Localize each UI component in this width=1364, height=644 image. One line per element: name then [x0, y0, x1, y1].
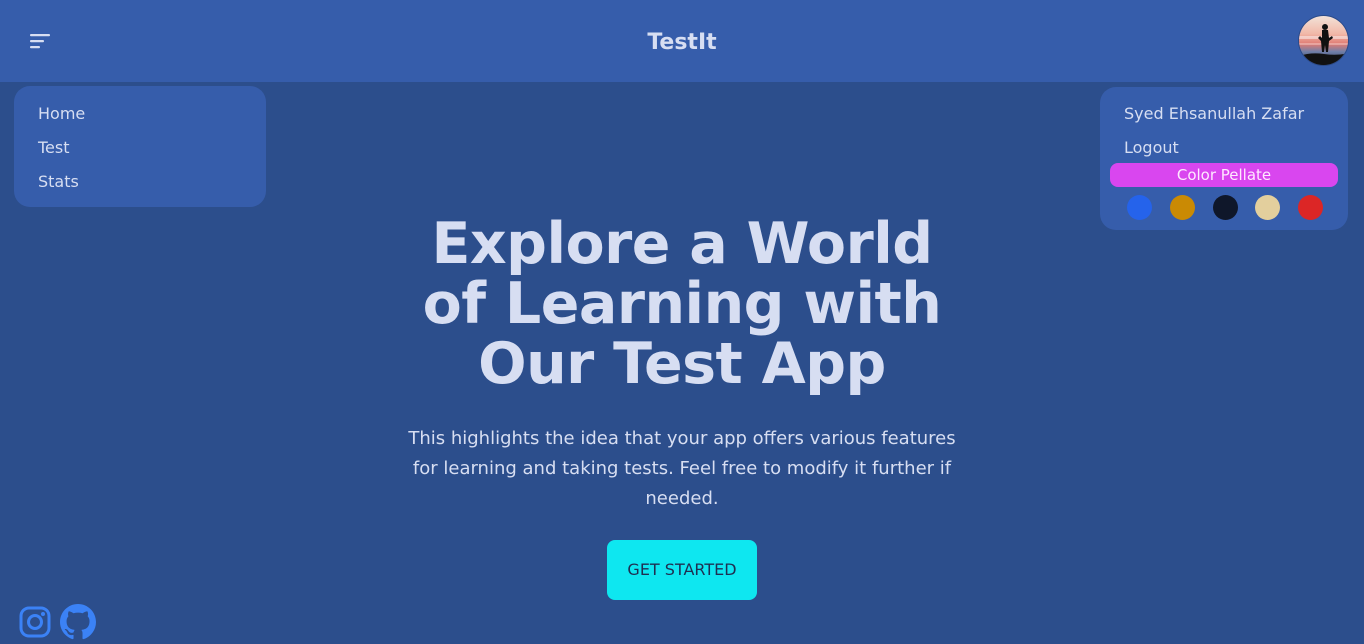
hero-section: Explore a World of Learning with Our Tes…	[382, 214, 982, 514]
hero-description: This highlights the idea that your app o…	[408, 428, 956, 509]
color-palette-label: Color Pellate	[1110, 163, 1338, 187]
color-swatch-blue[interactable]	[1127, 195, 1152, 220]
github-icon	[60, 604, 96, 640]
color-swatches	[1127, 195, 1323, 221]
nav-item-home[interactable]: Home	[38, 97, 242, 131]
color-swatch-gold[interactable]	[1169, 195, 1195, 220]
color-swatch-red[interactable]	[1298, 195, 1323, 220]
menu-button[interactable]	[22, 22, 60, 60]
app-title-text[interactable]: TestIt	[647, 30, 716, 55]
instagram-icon	[19, 606, 51, 638]
top-navbar: TestIt	[0, 0, 1364, 82]
hero-title: Explore a World of Learning with Our Tes…	[422, 211, 942, 397]
color-swatch-beige[interactable]	[1255, 195, 1281, 220]
github-link[interactable]	[60, 604, 96, 640]
nav-item-stats[interactable]: Stats	[38, 165, 242, 199]
avatar-image	[1299, 16, 1348, 65]
get-started-button[interactable]: GET STARTED	[607, 540, 757, 600]
hamburger-menu-icon	[30, 34, 50, 49]
instagram-link[interactable]	[17, 604, 53, 640]
nav-item-test[interactable]: Test	[38, 131, 242, 165]
app-title: TestIt	[0, 27, 1364, 59]
nav-dropdown-menu: Home Test Stats	[14, 86, 266, 207]
avatar[interactable]	[1298, 15, 1349, 66]
logout-link[interactable]: Logout	[1124, 136, 1179, 160]
profile-dropdown-menu: Syed Ehsanullah Zafar Logout Color Pella…	[1100, 87, 1348, 230]
color-swatch-navy[interactable]	[1212, 195, 1238, 220]
profile-user-name[interactable]: Syed Ehsanullah Zafar	[1124, 102, 1304, 126]
